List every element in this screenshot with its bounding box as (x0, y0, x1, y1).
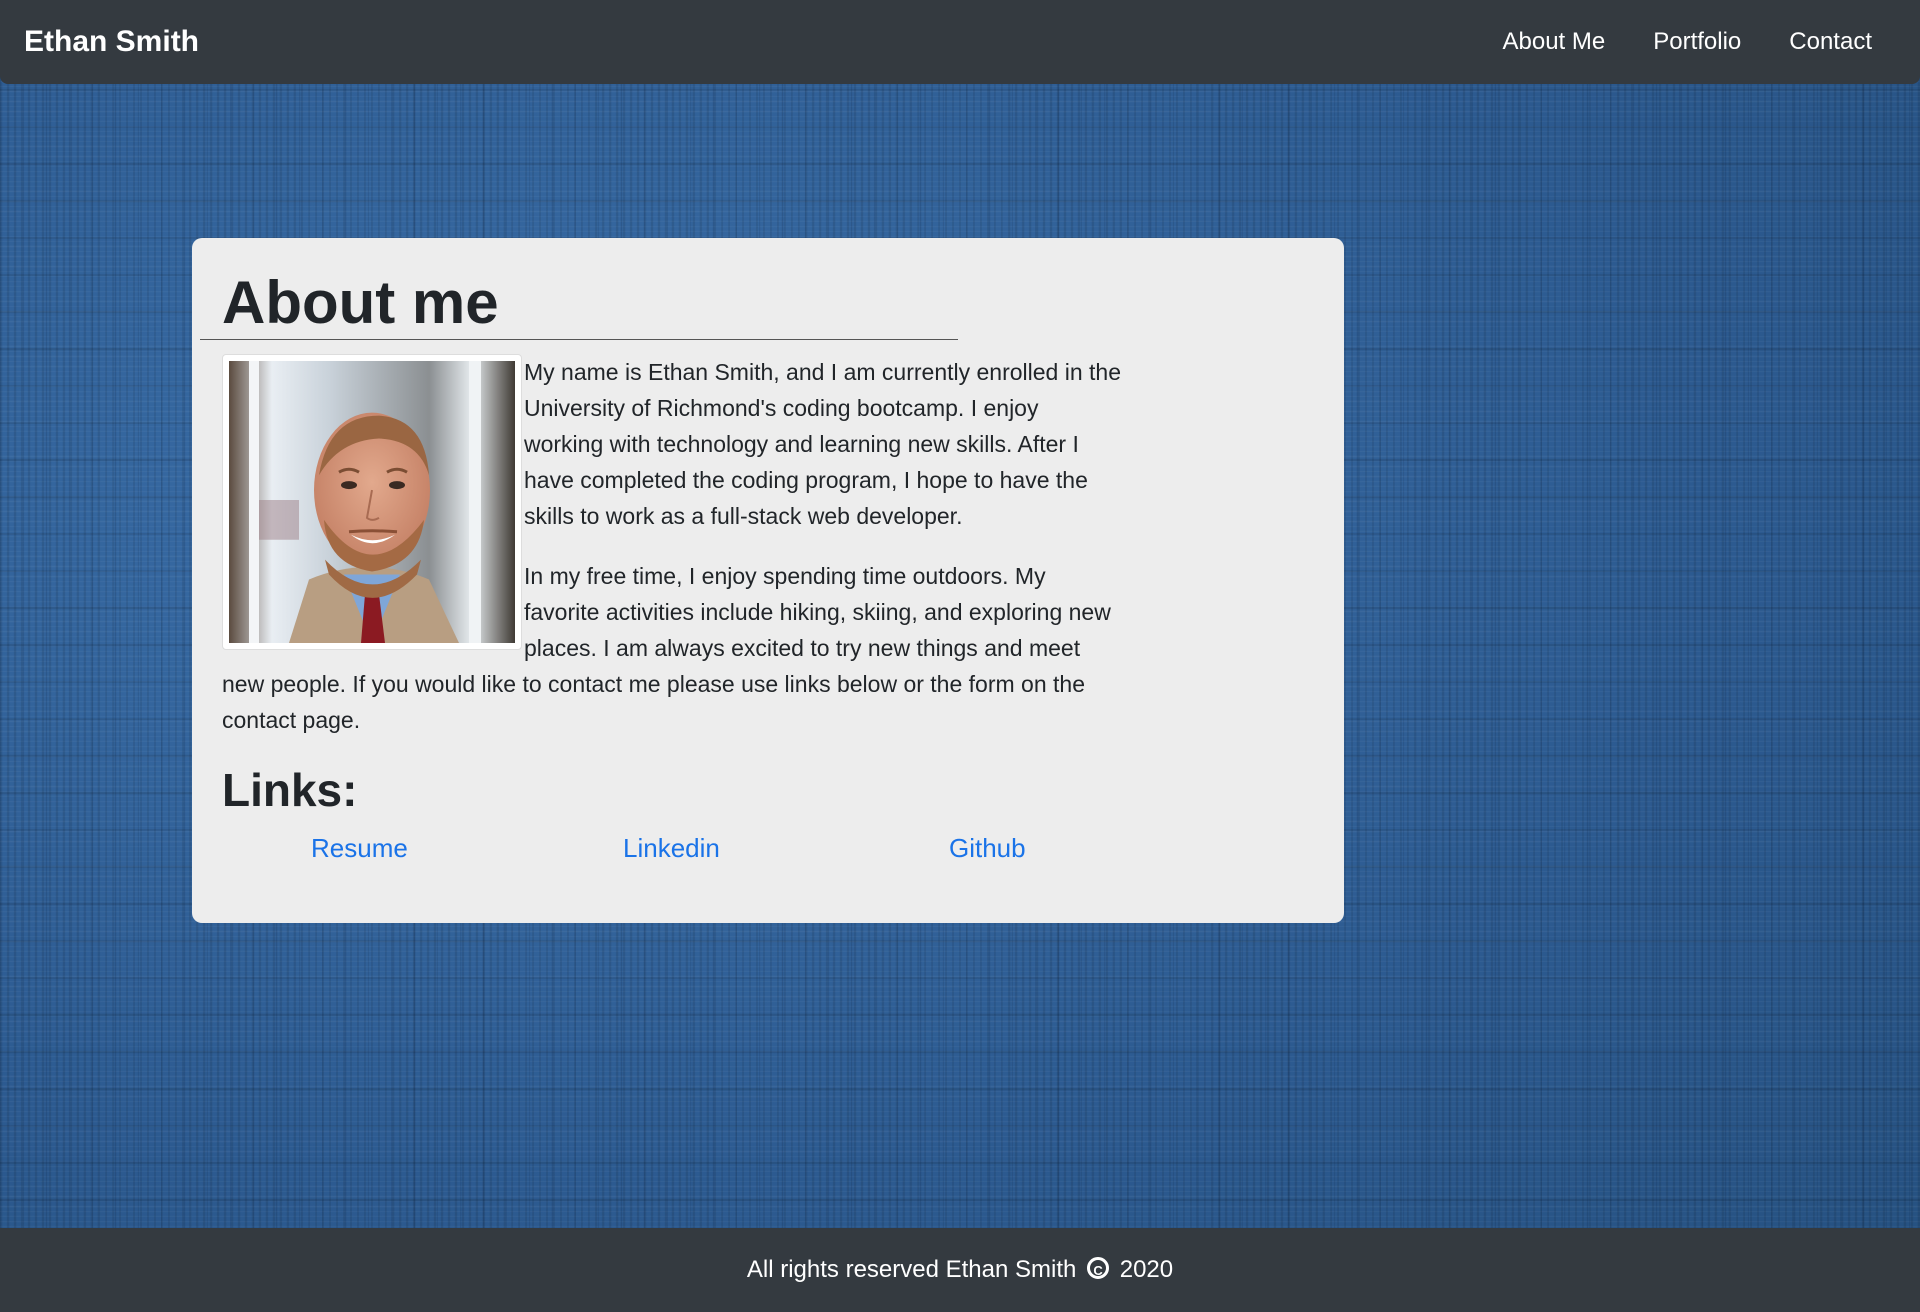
profile-photo (222, 354, 522, 650)
about-card: About me My name is Ethan Smith, and I a… (192, 238, 1344, 923)
nav-link-contact[interactable]: Contact (1789, 22, 1872, 62)
nav-link-about-me[interactable]: About Me (1503, 22, 1606, 62)
navbar: Ethan Smith About Me Portfolio Contact (0, 0, 1920, 84)
about-title: About me (222, 269, 499, 336)
resume-link[interactable]: Resume (311, 830, 408, 866)
github-link[interactable]: Github (949, 830, 1026, 866)
footer-text: All rights reserved Ethan Smith (746, 1256, 1077, 1283)
nav-link-portfolio[interactable]: Portfolio (1653, 22, 1741, 62)
about-content: My name is Ethan Smith, and I am current… (222, 354, 1122, 762)
profile-photo-image (229, 361, 515, 643)
copyright-icon (1087, 1229, 1110, 1312)
linkedin-link[interactable]: Linkedin (623, 830, 720, 866)
links-heading: Links: (222, 764, 358, 816)
brand-link[interactable]: Ethan Smith (24, 22, 199, 62)
footer: All rights reserved Ethan Smith 2020 (0, 1228, 1920, 1312)
title-divider (200, 339, 958, 340)
footer-year: 2020 (1119, 1256, 1174, 1283)
nav-links: About Me Portfolio Contact (1503, 22, 1873, 62)
